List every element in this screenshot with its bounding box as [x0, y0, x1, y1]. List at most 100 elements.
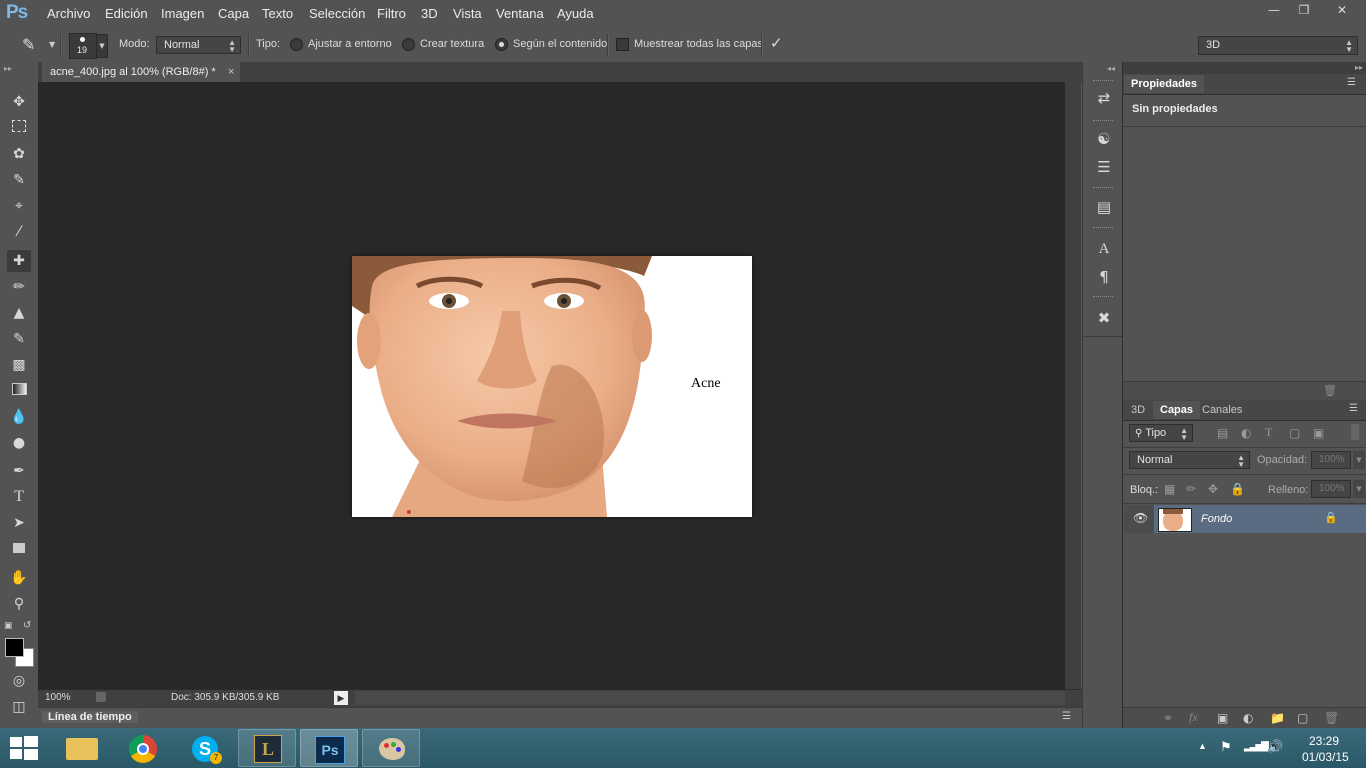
collapse-panel-icon[interactable]: ▸▸ [1355, 63, 1363, 72]
document-image[interactable]: Acne [352, 256, 752, 517]
radio-ajustar[interactable] [290, 38, 303, 51]
visibility-eye-icon[interactable]: 👁 [1133, 511, 1148, 525]
dock-grip[interactable] [1093, 120, 1113, 124]
close-tab-icon[interactable]: × [228, 62, 234, 82]
path-selection-tool-icon[interactable]: ➤ [7, 512, 31, 534]
filter-toggle[interactable] [1351, 424, 1359, 440]
pressure-size-icon[interactable]: ✓ [770, 34, 783, 52]
pen-tool-icon[interactable]: ✒ [7, 460, 31, 482]
trash-icon[interactable]: 🗑 [1324, 711, 1339, 725]
menu-3d[interactable]: 3D [421, 6, 438, 21]
radio-textura[interactable] [402, 38, 415, 51]
menu-imagen[interactable]: Imagen [161, 6, 204, 21]
tab-3d[interactable]: 3D [1124, 401, 1152, 419]
brush-presets-icon[interactable]: ☯ [1092, 128, 1116, 150]
history-brush-tool-icon[interactable]: ✎ [7, 328, 31, 350]
workspace-select[interactable]: 3D ▲ ▼ [1198, 36, 1358, 55]
move-tool-icon[interactable]: ✥ [7, 91, 31, 113]
opacity-arrow-icon[interactable]: ▼ [1353, 451, 1365, 469]
chrome-button[interactable] [114, 729, 172, 767]
timeline-tab[interactable]: Línea de tiempo [42, 711, 138, 723]
league-button[interactable]: L [238, 729, 296, 767]
blur-tool-icon[interactable]: 💧 [7, 406, 31, 428]
radio-contenido[interactable] [495, 38, 508, 51]
dock-grip[interactable] [1093, 187, 1113, 191]
action-center-flag-icon[interactable]: ⚑ [1220, 739, 1232, 755]
vertical-scrollbar[interactable] [1065, 82, 1081, 689]
panel-menu-icon[interactable]: ☰ [1062, 711, 1071, 722]
fill-field[interactable]: 100% [1311, 480, 1351, 498]
lock-all-icon[interactable]: 🔒 [1230, 482, 1245, 496]
volume-icon[interactable]: 🔊 [1267, 739, 1283, 755]
adjustment-layer-icon[interactable]: ◐ [1243, 711, 1253, 725]
clone-source-icon[interactable]: ▤ [1092, 196, 1116, 218]
menu-capa[interactable]: Capa [218, 6, 249, 21]
blend-mode-select[interactable]: Normal ▲ ▼ [1129, 451, 1250, 469]
filter-shape-icon[interactable]: ▢ [1289, 426, 1300, 440]
type-tool-icon[interactable]: T [7, 486, 31, 508]
new-group-icon[interactable]: 📁 [1270, 711, 1285, 725]
tab-capas[interactable]: Capas [1153, 401, 1201, 419]
menu-archivo[interactable]: Archivo [47, 6, 90, 21]
quick-selection-tool-icon[interactable]: ✎ [7, 169, 31, 191]
close-icon[interactable]: ✕ [1320, 0, 1364, 20]
dock-grip[interactable] [1093, 296, 1113, 300]
lock-transparency-icon[interactable]: ▦ [1164, 482, 1175, 496]
filter-type-icon[interactable]: T [1265, 425, 1272, 440]
tool-preset-arrow-icon[interactable]: ▼ [49, 40, 55, 49]
restore-icon[interactable]: ❐ [1288, 0, 1320, 20]
layer-name[interactable]: Fondo [1201, 513, 1232, 525]
sample-all-checkbox[interactable] [616, 38, 629, 51]
export-icon[interactable] [96, 692, 106, 702]
layer-row[interactable]: 👁 Fondo 🔒 [1124, 505, 1366, 533]
mode-select[interactable]: Normal ▲ ▼ [156, 36, 241, 54]
filter-pixel-icon[interactable]: ▤ [1217, 426, 1228, 440]
paint-button[interactable] [362, 729, 420, 767]
file-explorer-button[interactable] [52, 729, 110, 767]
lock-image-icon[interactable]: ✏ [1186, 482, 1196, 496]
panel-menu-icon[interactable]: ☰ [1347, 77, 1356, 88]
default-colors-icon[interactable]: ▣ [4, 621, 13, 631]
filter-adjustment-icon[interactable]: ◐ [1241, 426, 1251, 440]
trash-icon[interactable]: 🗑 [1323, 384, 1337, 397]
doc-info[interactable]: Doc: 305.9 KB/305.9 KB [171, 692, 279, 703]
clock-date[interactable]: 01/03/15 [1302, 750, 1349, 764]
photoshop-taskbar-button[interactable]: Ps [300, 729, 358, 767]
lasso-tool-icon[interactable]: ✿ [7, 143, 31, 165]
eyedropper-tool-icon[interactable]: ⁄ [7, 221, 31, 243]
status-menu-arrow-icon[interactable]: ▶ [334, 691, 348, 705]
hand-tool-icon[interactable]: ✋ [7, 567, 31, 589]
zoom-tool-icon[interactable]: ⚲ [7, 593, 31, 615]
opacity-field[interactable]: 100% [1311, 451, 1351, 469]
dock-grip[interactable] [1093, 80, 1113, 84]
collapse-toolbox-icon[interactable]: ▸▸ [4, 64, 12, 73]
quick-mask-icon[interactable]: ◎ [7, 670, 31, 692]
lock-position-icon[interactable]: ✥ [1208, 482, 1218, 496]
adjustments-panel-icon[interactable]: ☰ [1092, 156, 1116, 178]
fill-arrow-icon[interactable]: ▼ [1353, 480, 1365, 498]
brush-tool-icon[interactable]: ✏ [7, 276, 31, 298]
menu-ventana[interactable]: Ventana [496, 6, 544, 21]
rectangle-tool-icon[interactable] [7, 538, 31, 560]
layer-filter-select[interactable]: ⚲ Tipo ▲ ▼ [1129, 424, 1193, 442]
eraser-tool-icon[interactable]: ▩ [7, 354, 31, 376]
collapse-dock-icon[interactable]: ◂◂ [1107, 64, 1115, 73]
menu-edicion[interactable]: Edición [105, 6, 148, 21]
dock-grip[interactable] [1093, 227, 1113, 231]
spot-healing-tool-icon[interactable]: ✚ [7, 250, 31, 272]
brush-size-picker[interactable]: 19 [69, 33, 97, 59]
skype-button[interactable]: S 7 [176, 729, 234, 767]
fx-icon[interactable]: fx [1189, 710, 1198, 725]
link-layers-icon[interactable]: ⚭ [1163, 711, 1173, 725]
paragraph-panel-icon[interactable]: ¶ [1092, 266, 1116, 288]
crop-tool-icon[interactable]: ⌖ [7, 195, 31, 217]
menu-ayuda[interactable]: Ayuda [557, 6, 594, 21]
zoom-level[interactable]: 100% [45, 692, 71, 703]
new-layer-icon[interactable]: ▢ [1297, 711, 1308, 725]
properties-tab[interactable]: Propiedades [1124, 75, 1205, 93]
history-panel-icon[interactable]: ⇄ [1092, 87, 1116, 109]
menu-texto[interactable]: Texto [262, 6, 293, 21]
screen-mode-icon[interactable]: ◫ [7, 696, 31, 718]
menu-seleccion[interactable]: Selección [309, 6, 365, 21]
swap-colors-icon[interactable]: ↺ [23, 620, 31, 631]
